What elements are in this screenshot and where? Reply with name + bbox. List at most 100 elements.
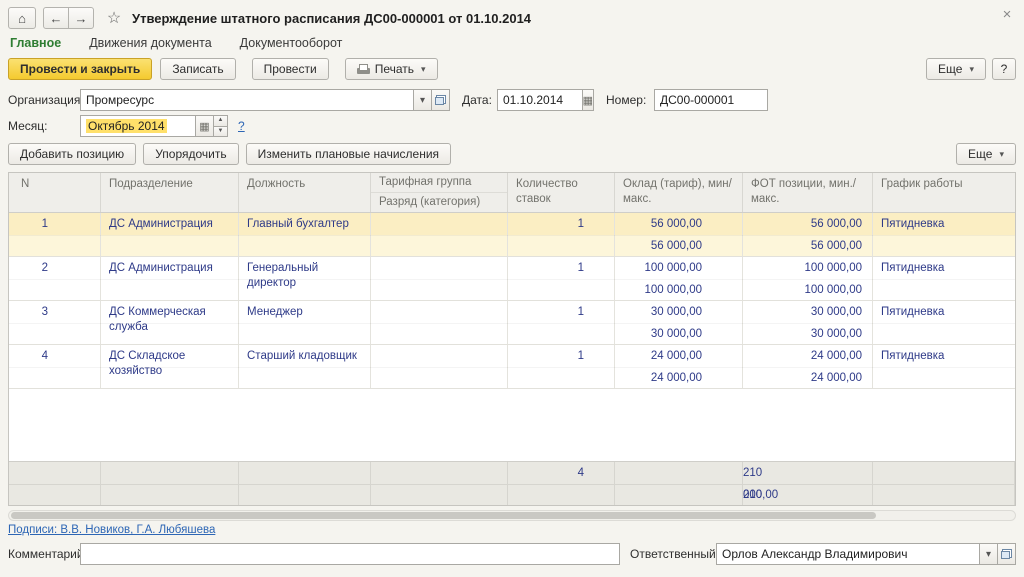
add-position-button[interactable]: Добавить позицию (8, 143, 137, 165)
cell-position[interactable]: Менеджер (239, 301, 371, 344)
organization-dropdown-button[interactable]: ▾ (413, 89, 432, 111)
forward-arrow-icon: → (74, 10, 88, 26)
number-input[interactable] (654, 89, 768, 111)
totals-cell-n (9, 462, 101, 505)
cell-fot[interactable]: 56 000,00 56 000,00 (743, 213, 873, 256)
cell-count[interactable]: 1 (508, 257, 615, 300)
cell-position[interactable]: Старший кладовщик (239, 345, 371, 388)
tab-document-movements[interactable]: Движения документа (89, 36, 211, 54)
month-label: Месяц: (8, 119, 48, 133)
spin-down-icon: ▼ (217, 127, 224, 134)
header-tariff[interactable]: Тарифная группа Разряд (категория) (371, 173, 508, 212)
cell-count[interactable]: 1 (508, 345, 615, 388)
cell-schedule[interactable]: Пятидневка (873, 257, 1015, 300)
header-n[interactable]: N (9, 173, 101, 212)
horizontal-scrollbar[interactable] (8, 510, 1016, 521)
history-nav: ← → (43, 7, 94, 29)
post-button[interactable]: Провести (251, 58, 329, 80)
cell-salary[interactable]: 24 000,00 24 000,00 (615, 345, 743, 388)
responsible-open-button[interactable] (997, 543, 1016, 565)
signatures-link[interactable]: Подписи: В.В. Новиков, Г.А. Любяшева (8, 524, 215, 536)
cell-department[interactable]: ДС Складское хозяйство (101, 345, 239, 388)
more-label: Еще (968, 147, 993, 161)
more-button[interactable]: Еще ▾ (926, 58, 986, 80)
nav-tabs: Главное Движения документа Документообор… (10, 36, 342, 54)
cell-n[interactable]: 4 (9, 345, 101, 388)
table-toolbar-left: Добавить позицию Упорядочить Изменить пл… (8, 143, 452, 165)
tab-main[interactable]: Главное (10, 36, 61, 54)
post-and-close-button[interactable]: Провести и закрыть (8, 58, 153, 80)
table-row[interactable]: 1 ДС Администрация Главный бухгалтер 1 5… (9, 213, 1015, 257)
cell-tariff[interactable] (371, 301, 508, 344)
cell-position[interactable]: Главный бухгалтер (239, 213, 371, 256)
cell-salary[interactable]: 56 000,00 56 000,00 (615, 213, 743, 256)
responsible-input[interactable] (716, 543, 980, 565)
footer-row: Комментарий: Ответственный: ▾ (0, 543, 1024, 565)
cell-tariff[interactable] (371, 213, 508, 256)
totals-cell-department (101, 462, 239, 505)
command-bar-right: Еще ▾ ? (926, 58, 1016, 80)
table-row[interactable]: 3 ДС Коммерческая служба Менеджер 1 30 0… (9, 301, 1015, 345)
sort-button[interactable]: Упорядочить (143, 143, 239, 165)
favorite-button[interactable]: ☆ (102, 7, 126, 29)
command-bar-left: Провести и закрыть Записать Провести Печ… (8, 58, 438, 80)
header-count[interactable]: Количество ставок (508, 173, 615, 212)
header-fot[interactable]: ФОТ позиции, мин./макс. (743, 173, 873, 212)
cell-fot[interactable]: 24 000,00 24 000,00 (743, 345, 873, 388)
date-calendar-button[interactable]: ▦ (581, 89, 594, 111)
header-position[interactable]: Должность (239, 173, 371, 212)
header-department[interactable]: Подразделение (101, 173, 239, 212)
home-button[interactable]: ⌂ (8, 7, 36, 29)
month-input[interactable]: Октябрь 2014 (80, 115, 196, 137)
cell-department[interactable]: ДС Администрация (101, 257, 239, 300)
more-label: Еще (938, 62, 963, 76)
cell-position[interactable]: Генеральный директор (239, 257, 371, 300)
table-totals-row: 4 210 000,00210 000,00 (9, 461, 1015, 505)
scrollbar-thumb[interactable] (11, 512, 877, 519)
organization-input[interactable] (80, 89, 414, 111)
table-more-button[interactable]: Еще ▾ (956, 143, 1016, 165)
printer-icon (356, 63, 370, 75)
help-button[interactable]: ? (992, 58, 1016, 80)
cell-department[interactable]: ДС Коммерческая служба (101, 301, 239, 344)
cell-department[interactable]: ДС Администрация (101, 213, 239, 256)
cell-schedule[interactable]: Пятидневка (873, 301, 1015, 344)
cell-salary[interactable]: 30 000,00 30 000,00 (615, 301, 743, 344)
tab-document-flow[interactable]: Документооборот (240, 36, 343, 54)
print-button[interactable]: Печать ▾ (344, 58, 438, 80)
comment-input[interactable] (80, 543, 620, 565)
cell-count[interactable]: 1 (508, 301, 615, 344)
cell-tariff[interactable] (371, 257, 508, 300)
cell-salary[interactable]: 100 000,00 100 000,00 (615, 257, 743, 300)
back-button[interactable]: ← (43, 7, 69, 29)
responsible-dropdown-button[interactable]: ▾ (979, 543, 998, 565)
change-accruals-button[interactable]: Изменить плановые начисления (245, 143, 452, 165)
cell-count[interactable]: 1 (508, 213, 615, 256)
header-schedule[interactable]: График работы (873, 173, 1015, 212)
close-button[interactable]: × (998, 6, 1016, 24)
cell-tariff[interactable] (371, 345, 508, 388)
open-form-icon (1001, 549, 1012, 559)
star-icon: ☆ (106, 10, 122, 27)
month-help-link[interactable]: ? (238, 115, 245, 137)
cell-fot[interactable]: 30 000,00 30 000,00 (743, 301, 873, 344)
table-row[interactable]: 4 ДС Складское хозяйство Старший кладовщ… (9, 345, 1015, 389)
month-calendar-button[interactable]: ▦ (195, 115, 214, 137)
cell-n[interactable]: 3 (9, 301, 101, 344)
spin-down-button[interactable]: ▼ (213, 125, 228, 137)
cell-n[interactable]: 1 (9, 213, 101, 256)
cell-n[interactable]: 2 (9, 257, 101, 300)
window-header: ⌂ ← → ☆ Утверждение штатного расписания … (8, 6, 1016, 32)
date-input[interactable] (497, 89, 583, 111)
cell-fot[interactable]: 100 000,00 100 000,00 (743, 257, 873, 300)
header-salary[interactable]: Оклад (тариф), мин/макс. (615, 173, 743, 212)
table-header: N Подразделение Должность Тарифная групп… (9, 173, 1015, 213)
organization-open-button[interactable] (431, 89, 450, 111)
forward-button[interactable]: → (68, 7, 94, 29)
cell-schedule[interactable]: Пятидневка (873, 213, 1015, 256)
save-button[interactable]: Записать (160, 58, 236, 80)
table-row[interactable]: 2 ДС Администрация Генеральный директор … (9, 257, 1015, 301)
responsible-field-group: ▾ (716, 543, 1016, 565)
cell-schedule[interactable]: Пятидневка (873, 345, 1015, 388)
date-label: Дата: (462, 93, 492, 107)
